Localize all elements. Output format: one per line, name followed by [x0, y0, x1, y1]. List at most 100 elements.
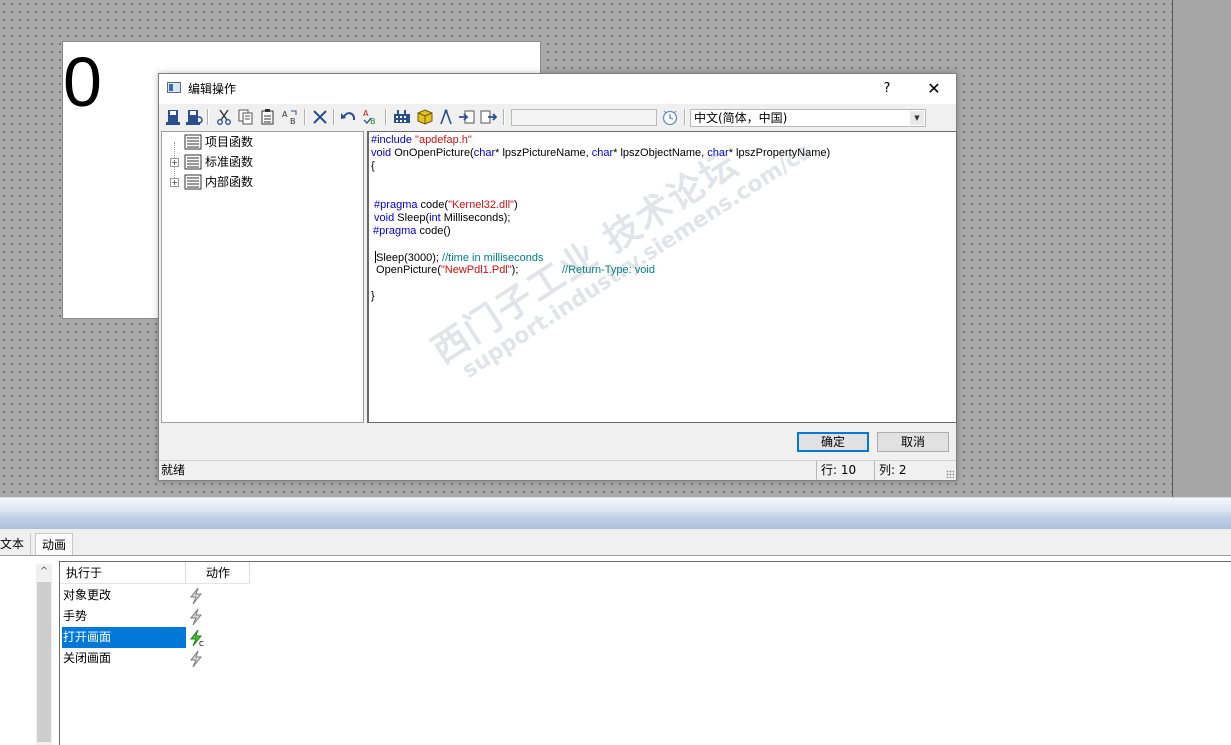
import-icon[interactable] [458, 108, 476, 126]
cube-icon[interactable] [416, 108, 434, 126]
event-grid-header: 执行于 动作 [60, 562, 260, 584]
code-token: Milliseconds); [440, 212, 511, 224]
svg-text:A: A [282, 110, 288, 119]
status-bar: 就绪 行: 10 列: 2 [159, 460, 956, 480]
ok-button[interactable]: 确定 [797, 432, 869, 452]
code-token: OnOpenPicture( [391, 147, 474, 159]
tab-animation[interactable]: 动画 [35, 533, 74, 555]
code-editor[interactable]: #include "apdefap.h" void OnOpenPicture(… [367, 131, 957, 423]
copy-icon[interactable] [237, 108, 255, 126]
code-token: * lpszPropertyName) [728, 147, 831, 159]
close-button[interactable]: ✕ [919, 74, 949, 104]
status-text: 就绪 [161, 463, 186, 477]
expand-plus-icon[interactable]: + [170, 158, 179, 167]
column-header-execute-on[interactable]: 执行于 [60, 562, 186, 584]
code-token: Sleep(3000); [376, 252, 443, 264]
tab-text[interactable]: 文本 [0, 533, 32, 555]
save-icon[interactable] [165, 108, 183, 126]
lightning-c-action-icon[interactable]: C [188, 629, 204, 647]
scroll-up-arrow-icon[interactable]: ^ [36, 564, 52, 580]
cursor-row: 行: 10 [816, 461, 873, 480]
replace-icon[interactable]: AB [281, 108, 299, 126]
code-token: ); [511, 264, 519, 276]
cut-icon[interactable] [215, 108, 233, 126]
spellcheck-icon[interactable]: AB [362, 108, 380, 126]
tree-scrollbar[interactable]: ^ [36, 564, 52, 745]
window-app-icon [167, 82, 181, 93]
tree-node-label: 标准函数 [205, 155, 254, 169]
property-tabs: 文本 动画 [0, 529, 1231, 556]
event-row-gesture[interactable]: 手势 [60, 606, 250, 627]
toolbar-separator [304, 109, 306, 125]
event-label: 打开画面 [62, 627, 186, 648]
event-label: 关闭画面 [63, 651, 112, 665]
code-token: "NewPdl1.Pdl" [440, 264, 512, 276]
code-line-3: { [371, 160, 375, 172]
paste-icon[interactable] [259, 108, 277, 126]
code-token: "Kernel32.dll" [448, 199, 514, 211]
chevron-down-icon[interactable]: ▼ [910, 111, 924, 125]
lightning-icon[interactable] [188, 650, 204, 668]
tree-node-standard-functions[interactable]: + 标准函数 [162, 152, 362, 172]
trigger-combo[interactable] [511, 109, 657, 126]
code-line-5: void Sleep(int Milliseconds); [371, 212, 510, 225]
code-line-6: #pragma code() [373, 225, 451, 238]
io-field-value[interactable]: 0 [63, 44, 102, 120]
toolbar-separator [207, 109, 209, 125]
event-row-close-picture[interactable]: 关闭画面 [60, 648, 250, 669]
code-token: char [707, 147, 729, 159]
code-token: OpenPicture( [373, 264, 441, 276]
workspace-right-panel [1172, 0, 1231, 497]
cancel-button[interactable]: 取消 [877, 432, 949, 452]
cursor-column: 列: 2 [874, 461, 929, 480]
code-token: * lpszObjectName, [613, 147, 708, 159]
event-row-open-picture[interactable]: 打开画面 C [60, 627, 250, 648]
panel-splitter[interactable] [0, 497, 1231, 530]
compass-icon[interactable] [437, 108, 455, 126]
help-button[interactable]: ? [877, 74, 897, 104]
toolbar-separator [333, 109, 335, 125]
code-line-2: void OnOpenPicture(char* lpszPictureName… [371, 147, 830, 160]
code-token: * lpszPictureName, [495, 147, 592, 159]
dialog-titlebar[interactable]: 编辑操作 ? ✕ [159, 74, 956, 104]
resize-grip-icon[interactable] [946, 470, 954, 478]
expand-plus-icon[interactable]: + [170, 178, 179, 187]
delete-icon[interactable] [311, 108, 329, 126]
svg-text:A: A [363, 109, 369, 118]
toolbar-separator [503, 109, 505, 125]
code-token: char [591, 147, 614, 159]
tree-node-internal-functions[interactable]: + 内部函数 [162, 172, 362, 192]
code-line-8: OpenPicture("NewPdl1.Pdl"); [373, 264, 518, 277]
code-token: ) [513, 199, 518, 211]
code-line-7: Sleep(3000); //time in milliseconds [375, 251, 544, 265]
tree-node-project-functions[interactable]: 项目函数 [162, 132, 362, 152]
tree-node-label: 内部函数 [205, 175, 254, 189]
code-token: code() [416, 225, 451, 237]
lightning-icon[interactable] [188, 587, 204, 605]
language-select[interactable]: 中文(简体，中国) ▼ [690, 109, 926, 127]
svg-text:C: C [199, 640, 204, 647]
function-library-icon [184, 134, 202, 150]
event-row-object-change[interactable]: 对象更改 [60, 585, 250, 606]
export-icon[interactable] [480, 108, 498, 126]
scrollbar-thumb[interactable] [37, 582, 51, 742]
code-token: char [473, 147, 496, 159]
event-label: 手势 [63, 609, 88, 623]
code-token: #pragma [373, 225, 417, 237]
code-token: code( [417, 199, 449, 211]
save-as-icon[interactable] [185, 108, 203, 126]
code-line-4: #pragma code("Kernel32.dll") [371, 199, 518, 212]
function-library-icon [184, 174, 202, 190]
code-token: #pragma [371, 199, 418, 211]
language-value: 中文(简体，中国) [694, 111, 788, 125]
column-header-action[interactable]: 动作 [186, 562, 250, 584]
code-comment-return-type: //Return-Type: void [562, 264, 655, 276]
lightning-icon[interactable] [188, 608, 204, 626]
dialog-title: 编辑操作 [188, 82, 237, 96]
grid-icon[interactable] [393, 108, 411, 126]
clock-icon[interactable] [661, 108, 679, 126]
undo-icon[interactable] [340, 108, 358, 126]
event-label: 对象更改 [63, 588, 112, 602]
code-token: "apdefap.h" [415, 134, 472, 146]
code-token: Sleep( [394, 212, 430, 224]
